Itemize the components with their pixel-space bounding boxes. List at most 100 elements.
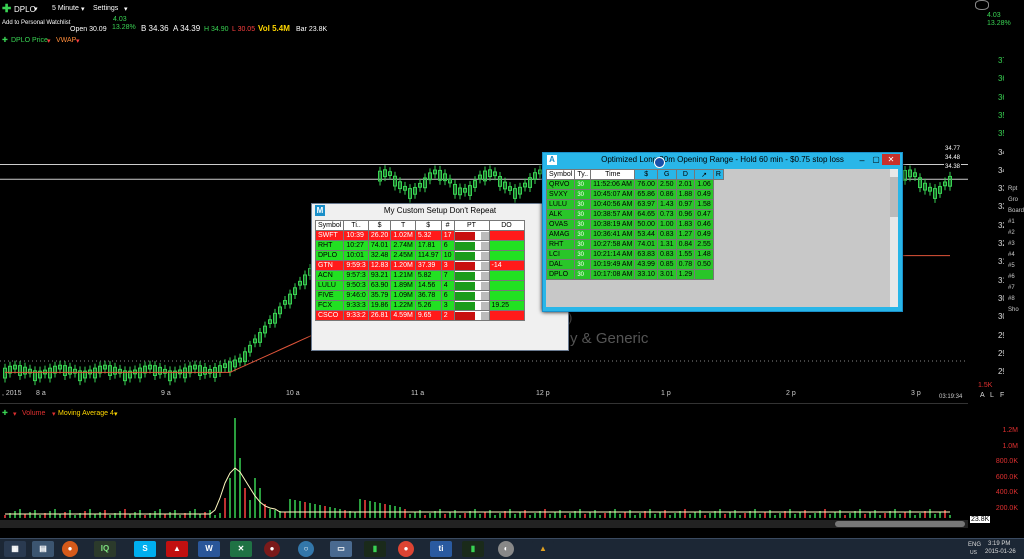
column-header[interactable]: Time — [590, 169, 636, 180]
add-watchlist-link[interactable]: Add to Personal Watchlist — [2, 20, 70, 26]
custom-setup-window[interactable]: M My Custom Setup Don't Repeat Symbol Ti.… — [311, 203, 569, 351]
table-row[interactable]: OVAS 30 10:38:19 AM 50.00 1.00 1.83 0.46 — [545, 219, 724, 230]
right-panel-top_a[interactable]: A — [980, 392, 985, 399]
volume-pane[interactable]: ✚ ▾ Volume ▾ Moving Average 4 ▾ — [0, 403, 968, 530]
table-row[interactable]: DPLO 30 10:17:08 AM 33.10 3.01 1.29 — [545, 269, 724, 280]
language-indicator[interactable]: ENG — [968, 542, 981, 548]
column-header[interactable]: R — [712, 169, 724, 180]
table-row[interactable]: AMAG 30 10:36:41 AM 53.44 0.83 1.27 0.49 — [545, 229, 724, 240]
interval-selector[interactable]: 5 Minute — [52, 5, 79, 12]
volume-legend[interactable]: Volume — [22, 410, 45, 417]
table-row[interactable]: SWFT 10:39 26.20 1.02M 5.32 17 — [314, 230, 525, 241]
horizontal-scrollbar[interactable] — [0, 520, 968, 528]
chevron-down-icon[interactable]: ▾ — [47, 37, 51, 45]
right-panel-label_1_5k[interactable]: 1.5K — [978, 382, 992, 389]
side-panel-label[interactable]: #3 — [1008, 241, 1015, 247]
add-icon[interactable]: ✚ — [2, 2, 11, 15]
side-panel-label[interactable]: #7 — [1008, 285, 1015, 291]
table-row[interactable]: DAL 30 10:19:49 AM 43.99 0.85 0.78 0.50 — [545, 259, 724, 270]
chevron-down-icon[interactable]: ▾ — [76, 37, 80, 45]
chevron-down-icon[interactable]: ▾ — [13, 410, 17, 418]
table-row[interactable]: SVXY 30 10:45:07 AM 65.86 0.86 1.88 0.49 — [545, 189, 724, 200]
word-icon[interactable]: W — [198, 541, 220, 557]
side-panel-label[interactable]: Board — [1008, 208, 1024, 214]
close-button[interactable]: ✕ — [882, 154, 900, 165]
table-row[interactable]: FIVE 9:46:0 35.79 1.09M 36.78 6 — [314, 290, 525, 301]
column-header[interactable]: Ty.. — [574, 169, 592, 180]
chart-app-icon-2[interactable]: ▮ — [462, 541, 484, 557]
column-header[interactable]: G — [656, 169, 677, 180]
chevron-down-icon[interactable]: ▾ — [34, 5, 38, 13]
column-header[interactable]: T — [390, 220, 416, 231]
side-panel-label[interactable]: #5 — [1008, 263, 1015, 269]
side-panel-label[interactable]: Gro — [1008, 197, 1018, 203]
column-header[interactable]: # — [440, 220, 455, 231]
pdf-icon[interactable]: ▲ — [166, 541, 188, 557]
optimized-table[interactable]: Symbol Ty.. Time $ G D ↗ R QRVO 30 11:52:06 AM 76.… — [545, 169, 724, 280]
column-header[interactable]: Symbol — [545, 169, 576, 180]
legend-vwap[interactable]: VWAP — [56, 37, 76, 44]
side-panel-label[interactable]: #2 — [1008, 230, 1015, 236]
table-row[interactable]: ALK 30 10:38:57 AM 64.65 0.73 0.96 0.47 — [545, 209, 724, 220]
table-row[interactable]: RHT 10:27 74.01 2.74M 17.81 6 — [314, 240, 525, 251]
table-row[interactable]: LULU 30 10:40:56 AM 63.97 1.43 0.97 1.58 — [545, 199, 724, 210]
volume-axis[interactable]: 1.2M 1.0M 800.0K 600.0K 400.0K 200.0K 23.8K — [968, 403, 1024, 529]
table-row[interactable]: GTN 9:59:3 12.83 1.20M 37.39 3 -14 — [314, 260, 525, 271]
table-row[interactable]: RHT 30 10:27:58 AM 74.01 1.31 0.84 2.55 — [545, 239, 724, 250]
column-header[interactable]: DO — [488, 220, 525, 231]
scroll-oval-icon[interactable] — [975, 0, 989, 10]
side-panel-label[interactable]: #8 — [1008, 296, 1015, 302]
ma-legend[interactable]: Moving Average 4 — [58, 410, 114, 417]
media-app-icon[interactable]: ◐ — [498, 541, 514, 557]
column-header[interactable]: PT — [453, 220, 490, 231]
firefox-icon[interactable]: ● — [62, 541, 78, 557]
column-header[interactable]: Ti.. — [343, 220, 369, 231]
side-panel-label[interactable]: Sho — [1008, 307, 1019, 313]
side-panel-label[interactable]: Rpt — [1008, 186, 1017, 192]
optimized-window[interactable]: A Optimized Long 30m Opening Range - Hol… — [542, 152, 903, 312]
chrome-alt-icon[interactable]: ● — [264, 541, 280, 557]
chevron-down-icon[interactable]: ▾ — [52, 410, 56, 418]
maximize-button[interactable]: ▢ — [870, 153, 882, 167]
skype-icon[interactable]: S — [134, 541, 156, 557]
table-row[interactable]: CSCO 9:33:2 26.81 4.59M 9.65 2 — [314, 310, 525, 321]
table-row[interactable]: LULU 9:50:3 63.90 1.89M 14.56 4 — [314, 280, 525, 291]
scrollbar-thumb[interactable] — [890, 177, 898, 217]
iq-app-icon[interactable]: IQ — [94, 541, 116, 557]
settings-button[interactable]: Settings — [93, 5, 118, 12]
chrome-icon[interactable]: ● — [398, 541, 414, 557]
custom-setup-titlebar[interactable]: M My Custom Setup Don't Repeat — [312, 204, 568, 218]
clock-time[interactable]: 3:19 PM — [988, 541, 1010, 547]
right-panel-top_l[interactable]: L — [990, 392, 994, 399]
chart-app-icon[interactable]: ▮ — [364, 541, 386, 557]
right-panel-top_f[interactable]: F — [1000, 392, 1004, 399]
column-header[interactable]: ↗ — [694, 169, 714, 180]
minimize-button[interactable]: – — [856, 153, 868, 167]
column-header[interactable]: $ — [634, 169, 658, 180]
time-axis[interactable]: , 2015 03:19:34 8 a 9 a 10 a 11 a 12 p 1 p 2 p… — [0, 388, 968, 402]
window-app-icon[interactable]: ▭ — [330, 541, 352, 557]
column-header[interactable]: $ — [367, 220, 392, 231]
custom-setup-table[interactable]: Symbol Ti.. $ T $ # PT DO SWFT 10:39 26.20 1.02M 5.… — [314, 220, 525, 321]
scrollbar-thumb[interactable] — [835, 521, 965, 527]
side-panel-label[interactable]: #4 — [1008, 252, 1015, 258]
side-panel-label[interactable]: #6 — [1008, 274, 1015, 280]
table-row[interactable]: QRVO 30 11:52:06 AM 76.00 2.50 2.01 1.06 — [545, 179, 724, 190]
start-button[interactable]: ▦ — [4, 541, 26, 557]
excel-icon[interactable]: ✕ — [230, 541, 252, 557]
vlc-icon[interactable]: ▲ — [532, 541, 554, 557]
column-header[interactable]: $ — [414, 220, 442, 231]
ti-app-icon[interactable]: ti — [430, 541, 452, 557]
column-header[interactable]: Symbol — [314, 220, 345, 231]
table-row[interactable]: FCX 9:33:3 19.86 1.22M 5.26 3 19.25 — [314, 300, 525, 311]
table-row[interactable]: ACN 9:57:3 93.21 1.21M 5.82 7 — [314, 270, 525, 281]
vertical-scrollbar[interactable] — [890, 169, 898, 307]
optimized-titlebar[interactable]: A Optimized Long 30m Opening Range - Hol… — [543, 153, 902, 167]
column-header[interactable]: D — [675, 169, 696, 180]
symbol-label[interactable]: DPLO — [14, 5, 36, 14]
chevron-down-icon[interactable]: ▾ — [114, 410, 118, 418]
chevron-down-icon[interactable]: ▾ — [81, 5, 85, 13]
circle-app-icon[interactable]: ○ — [298, 541, 314, 557]
legend-price[interactable]: DPLO Price — [11, 37, 48, 44]
table-row[interactable]: DPLO 10:01 32.48 2.45M 114.97 10 — [314, 250, 525, 261]
